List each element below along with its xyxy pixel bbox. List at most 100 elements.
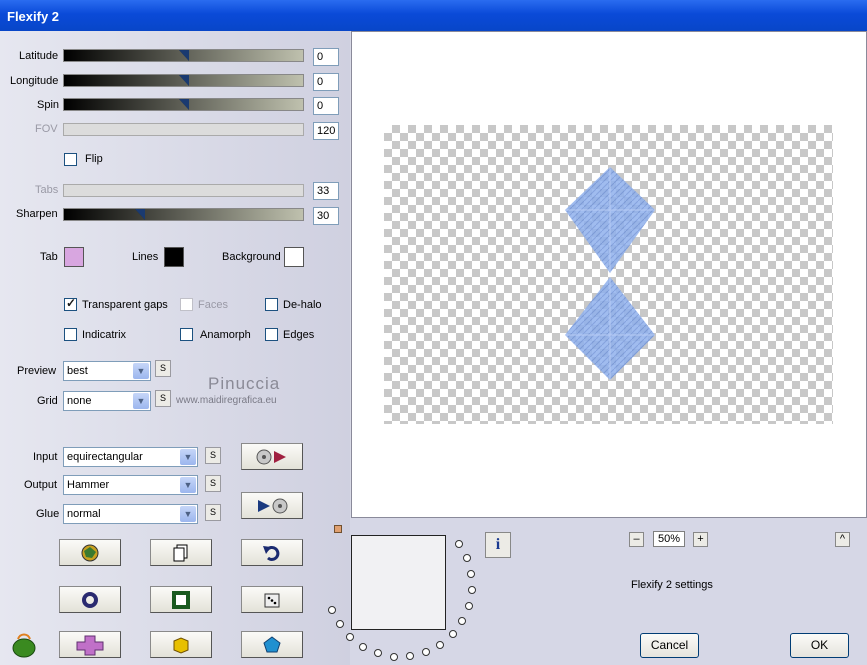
navigator-handle[interactable] (334, 525, 342, 533)
zoom-in-button[interactable]: + (693, 532, 708, 547)
fov-field[interactable]: 120 (313, 122, 339, 140)
randomize-button[interactable] (59, 539, 121, 566)
navigator-dot[interactable] (328, 605, 337, 614)
flip-checkbox[interactable] (64, 153, 77, 166)
title-bar: Flexify 2 (0, 0, 867, 31)
flip-label: Flip (85, 153, 103, 165)
latitude-field[interactable]: 0 (313, 48, 339, 66)
spin-field[interactable]: 0 (313, 97, 339, 115)
navigator-dot[interactable] (345, 632, 354, 641)
play-disc-icon (258, 498, 288, 513)
output-s-button[interactable]: S (205, 475, 221, 492)
navigator-dot[interactable] (421, 648, 430, 657)
sphere-button[interactable] (59, 586, 121, 613)
glue-select[interactable]: normal ▼ (63, 504, 198, 524)
preview-label: Preview (17, 365, 57, 377)
spin-thumb[interactable] (179, 99, 189, 110)
cross-button[interactable] (59, 631, 121, 658)
transparent-gaps-label: Transparent gaps (82, 299, 168, 311)
preview-shape (565, 167, 655, 380)
navigator-dot[interactable] (389, 652, 398, 661)
latitude-thumb[interactable] (179, 50, 189, 61)
preview-s-button[interactable]: S (155, 360, 171, 377)
chevron-down-icon[interactable]: ▼ (133, 393, 149, 409)
navigator-dot[interactable] (448, 630, 457, 639)
dice-button[interactable] (241, 586, 303, 613)
transparent-gaps-checkbox[interactable] (64, 296, 77, 311)
fov-slider (63, 123, 304, 136)
info-icon[interactable]: i (485, 532, 511, 558)
input-s-button[interactable]: S (205, 447, 221, 464)
save-output-button[interactable] (241, 492, 303, 519)
window-title: Flexify 2 (7, 9, 60, 24)
grid-select[interactable]: none ▼ (63, 391, 151, 411)
navigator-dot[interactable] (467, 586, 476, 595)
flexify-logo-icon (12, 633, 36, 658)
chevron-down-icon[interactable]: ▼ (133, 363, 149, 379)
collapse-button[interactable]: ^ (835, 532, 850, 547)
grid-label: Grid (37, 395, 58, 407)
navigator-dot[interactable] (358, 642, 367, 651)
edges-checkbox[interactable] (265, 328, 278, 341)
navigator-dot[interactable] (454, 539, 463, 548)
latitude-slider[interactable] (63, 49, 304, 62)
cancel-button[interactable]: Cancel (640, 633, 699, 658)
cube-icon (173, 636, 189, 654)
dice-icon (264, 593, 280, 607)
sharpen-thumb[interactable] (135, 209, 145, 220)
de-halo-checkbox[interactable] (265, 298, 278, 311)
longitude-field[interactable]: 0 (313, 73, 339, 91)
chevron-down-icon[interactable]: ▼ (180, 449, 196, 465)
faces-label: Faces (198, 299, 228, 311)
sharpen-label: Sharpen (16, 208, 58, 220)
fov-label: FOV (35, 123, 58, 135)
navigator-dot[interactable] (464, 602, 473, 611)
preview-select[interactable]: best ▼ (63, 361, 151, 381)
disc-play-icon (256, 449, 286, 464)
chevron-down-icon[interactable]: ▼ (180, 477, 196, 493)
zoom-out-button[interactable]: – (629, 532, 644, 547)
de-halo-label: De-halo (283, 299, 322, 311)
indicatrix-checkbox[interactable] (64, 328, 77, 341)
grid-s-button[interactable]: S (155, 390, 171, 407)
tab-color-label: Tab (40, 251, 58, 263)
sharpen-field[interactable]: 30 (313, 207, 339, 225)
output-label: Output (24, 479, 58, 491)
undo-button[interactable] (241, 539, 303, 566)
navigator-dot[interactable] (467, 569, 476, 578)
input-label: Input (33, 451, 58, 463)
ring-icon (82, 591, 98, 608)
faces-checkbox (180, 298, 193, 311)
cube-button[interactable] (150, 631, 212, 658)
background-color-swatch[interactable] (284, 247, 304, 267)
output-select[interactable]: Hammer ▼ (63, 475, 198, 495)
square-button[interactable] (150, 586, 212, 613)
navigator-thumbnail[interactable] (351, 535, 446, 630)
navigator-dot[interactable] (462, 554, 471, 563)
sharpen-slider[interactable] (63, 208, 304, 221)
ok-button[interactable]: OK (790, 633, 849, 658)
input-value: equirectangular (67, 451, 143, 463)
glue-s-button[interactable]: S (205, 504, 221, 521)
lines-color-swatch[interactable] (164, 247, 184, 267)
watermark-name: Pinuccia (208, 374, 281, 393)
tabs-label: Tabs (35, 184, 59, 196)
load-input-button[interactable] (241, 443, 303, 470)
copy-button[interactable] (150, 539, 212, 566)
anamorph-checkbox[interactable] (180, 328, 193, 341)
chevron-down-icon[interactable]: ▼ (180, 506, 196, 522)
longitude-thumb[interactable] (179, 75, 189, 86)
longitude-slider[interactable] (63, 74, 304, 87)
input-select[interactable]: equirectangular ▼ (63, 447, 198, 467)
spin-label: Spin (37, 99, 60, 111)
watermark-url: www.maidiregrafica.eu (176, 395, 277, 406)
navigator-dot[interactable] (335, 620, 344, 629)
tab-color-swatch[interactable] (64, 247, 84, 267)
tabs-field[interactable]: 33 (313, 182, 339, 200)
pentagon-button[interactable] (241, 631, 303, 658)
background-color-label: Background (222, 251, 281, 263)
longitude-label: Longitude (10, 75, 59, 87)
spin-slider[interactable] (63, 98, 304, 111)
navigator-dot[interactable] (436, 640, 445, 649)
tabs-slider (63, 184, 304, 197)
